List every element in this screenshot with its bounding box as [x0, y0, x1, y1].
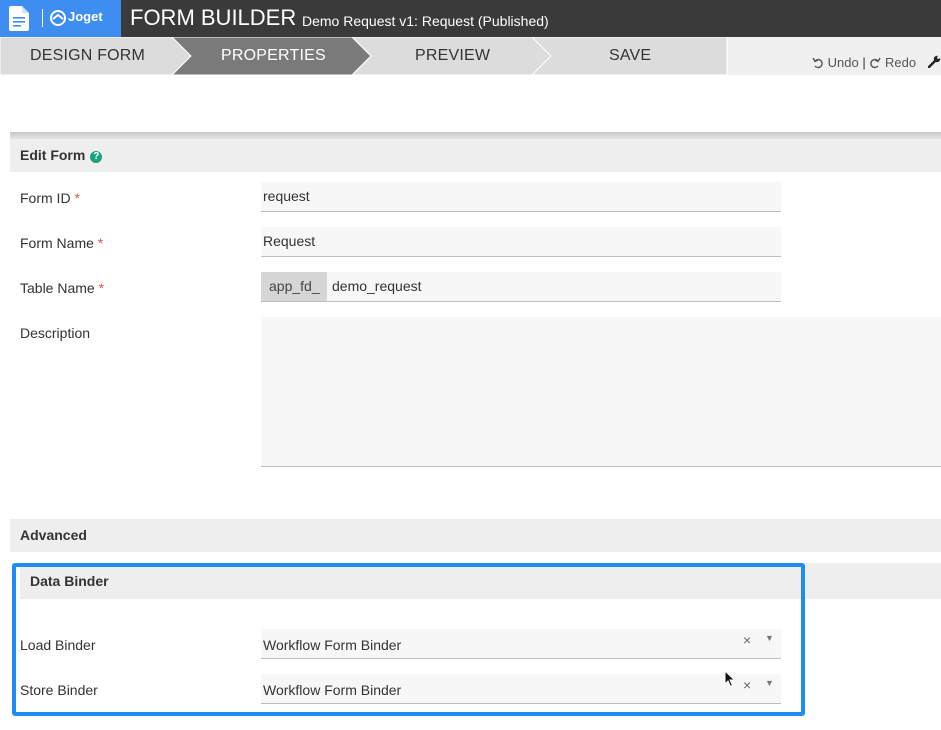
required-marker: * — [97, 235, 104, 251]
form-id-input[interactable]: request — [261, 182, 781, 212]
tab-properties[interactable]: PROPERTIES — [221, 47, 326, 65]
redo-button[interactable]: Redo — [885, 55, 916, 70]
form-name-input[interactable]: Request — [261, 227, 781, 257]
undo-redo-separator: | — [862, 55, 866, 71]
logo-separator — [42, 9, 43, 27]
logo-area[interactable]: Joget — [0, 0, 121, 37]
advanced-title: Advanced — [20, 527, 87, 543]
required-marker: * — [74, 190, 80, 206]
form-id-value: request — [263, 188, 310, 204]
table-name-prefix: app_fd_ — [261, 272, 327, 301]
form-subtitle: Demo Request v1: Request (Published) — [302, 13, 549, 29]
form-name-label: Form Name * — [20, 235, 104, 251]
description-textarea[interactable] — [261, 317, 941, 467]
undo-button[interactable]: Undo — [828, 55, 859, 70]
required-marker: * — [98, 280, 105, 296]
table-name-value: demo_request — [332, 278, 422, 294]
table-name-input[interactable]: app_fd_ demo_request — [261, 272, 781, 302]
tab-design-form[interactable]: DESIGN FORM — [30, 47, 145, 65]
tab-preview[interactable]: PREVIEW — [415, 47, 490, 65]
table-name-label: Table Name * — [20, 280, 105, 296]
logo-text: Joget — [68, 9, 103, 24]
wrench-icon[interactable] — [928, 55, 941, 68]
edit-form-header: Edit Form? — [10, 139, 941, 172]
top-bar: Joget FORM BUILDER Demo Request v1: Requ… — [0, 0, 941, 37]
joget-logo-icon — [50, 10, 66, 26]
advanced-header[interactable]: Advanced — [10, 519, 941, 552]
undo-redo-controls: Undo | Redo — [812, 54, 916, 70]
form-id-label: Form ID * — [20, 190, 80, 206]
undo-icon[interactable] — [812, 57, 824, 69]
form-name-value: Request — [263, 233, 316, 249]
data-binder-highlight-box — [12, 563, 805, 716]
help-icon[interactable]: ? — [90, 151, 103, 163]
edit-form-title: Edit Form — [20, 147, 86, 163]
mouse-cursor-icon — [724, 670, 736, 688]
step-navigation: DESIGN FORM PROPERTIES PREVIEW SAVE Undo… — [0, 37, 941, 75]
document-icon — [9, 6, 29, 31]
app-title: FORM BUILDER — [130, 5, 297, 30]
tab-save[interactable]: SAVE — [609, 47, 651, 65]
redo-icon[interactable] — [869, 57, 881, 69]
description-label: Description — [20, 325, 91, 341]
